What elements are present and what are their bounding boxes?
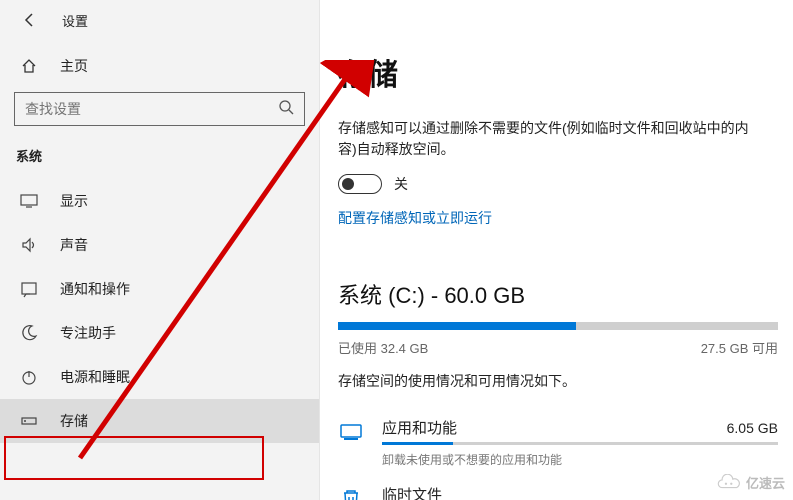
category-name: 临时文件: [382, 484, 442, 500]
home-icon: [20, 57, 38, 75]
used-label: 已使用 32.4 GB: [338, 338, 428, 357]
group-title: 系统: [0, 142, 319, 179]
monitor-icon: [20, 192, 38, 210]
notification-icon: [20, 280, 38, 298]
home-button[interactable]: 主页: [0, 38, 319, 86]
back-button[interactable]: [20, 10, 40, 30]
watermark: 亿速云: [716, 473, 785, 492]
sidebar-item-notifications[interactable]: 通知和操作: [0, 267, 319, 311]
search-icon: [278, 99, 294, 120]
drive-title: 系统 (C:) - 60.0 GB: [338, 278, 763, 310]
sidebar-item-label: 电源和睡眠: [60, 367, 130, 387]
sidebar-item-power[interactable]: 电源和睡眠: [0, 355, 319, 399]
storage-sense-toggle[interactable]: [338, 174, 382, 194]
moon-icon: [20, 324, 38, 342]
sidebar-item-focus[interactable]: 专注助手: [0, 311, 319, 355]
category-bar: [382, 442, 778, 445]
cloud-icon: [716, 474, 742, 492]
sidebar-item-label: 通知和操作: [60, 279, 130, 299]
home-label: 主页: [60, 56, 88, 76]
sidebar-item-display[interactable]: 显示: [0, 179, 319, 223]
drive-usage-bar: [338, 322, 778, 330]
search-box[interactable]: [14, 92, 305, 126]
apps-icon: [338, 419, 364, 445]
storage-sense-description: 存储感知可以通过删除不需要的文件(例如临时文件和回收站中的内容)自动释放空间。: [338, 118, 763, 160]
page-title: 存储: [338, 50, 763, 94]
sidebar-item-storage[interactable]: 存储: [0, 399, 319, 443]
category-temp[interactable]: 临时文件 选择要删除的临时文件: [338, 478, 778, 500]
window-title: 设置: [62, 11, 88, 30]
sidebar-item-sound[interactable]: 声音: [0, 223, 319, 267]
power-icon: [20, 368, 38, 386]
free-label: 27.5 GB 可用: [701, 338, 778, 357]
category-size: 6.05 GB: [727, 420, 778, 436]
sidebar-item-label: 存储: [60, 411, 88, 431]
sidebar-item-label: 显示: [60, 191, 88, 211]
search-input[interactable]: [25, 101, 278, 117]
watermark-text: 亿速云: [746, 473, 785, 492]
toggle-state-label: 关: [394, 174, 408, 194]
sidebar-item-label: 专注助手: [60, 323, 116, 343]
category-apps[interactable]: 应用和功能 6.05 GB 卸载未使用或不想要的应用和功能: [338, 411, 778, 478]
sidebar-item-label: 声音: [60, 235, 88, 255]
category-subtitle: 卸载未使用或不想要的应用和功能: [382, 451, 778, 468]
trash-icon: [338, 486, 364, 500]
category-name: 应用和功能: [382, 417, 457, 438]
configure-link[interactable]: 配置存储感知或立即运行: [338, 208, 492, 228]
storage-icon: [20, 412, 38, 430]
sound-icon: [20, 236, 38, 254]
usage-description: 存储空间的使用情况和可用情况如下。: [338, 371, 763, 391]
